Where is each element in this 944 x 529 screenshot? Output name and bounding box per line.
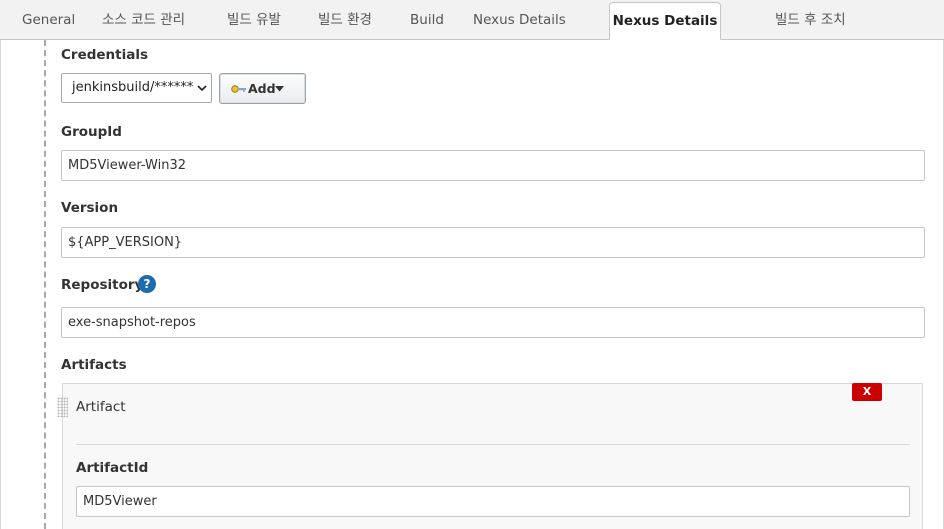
add-button-label: Add — [248, 81, 276, 96]
credentials-label: Credentials — [61, 47, 149, 63]
repository-label: Repository — [61, 277, 144, 293]
artifactid-input[interactable]: MD5Viewer — [76, 486, 910, 517]
credentials-selected-value: jenkinsbuild/****** — [72, 80, 194, 95]
artifactid-label: ArtifactId — [76, 460, 149, 476]
tab-post-build-actions[interactable]: 빌드 후 조치 — [775, 0, 846, 40]
tab-bar: General 소스 코드 관리 빌드 유발 빌드 환경 Build Nexus… — [0, 0, 944, 40]
tab-nexus-details-2[interactable]: Nexus Details — [609, 2, 721, 40]
caret-down-icon — [275, 86, 284, 92]
delete-artifact-button[interactable]: X — [852, 383, 882, 401]
tab-nexus-details-1[interactable]: Nexus Details — [473, 0, 566, 40]
chevron-down-icon — [197, 85, 207, 92]
key-icon — [231, 85, 246, 93]
tab-general[interactable]: General — [22, 0, 75, 40]
credentials-select[interactable]: jenkinsbuild/****** — [61, 73, 212, 103]
tab-build-triggers[interactable]: 빌드 유발 — [227, 0, 281, 40]
groupid-label: GroupId — [61, 124, 122, 140]
help-icon[interactable]: ? — [138, 275, 156, 293]
tab-source-code-management[interactable]: 소스 코드 관리 — [102, 0, 185, 40]
groupid-input[interactable]: MD5Viewer-Win32 — [61, 150, 925, 181]
version-input[interactable]: ${APP_VERSION} — [61, 227, 925, 258]
repository-input[interactable]: exe-snapshot-repos — [61, 307, 925, 338]
tab-build[interactable]: Build — [410, 0, 444, 40]
artifact-title: Artifact — [76, 399, 126, 415]
artifact-divider — [76, 444, 910, 445]
add-credentials-button[interactable]: Add — [219, 73, 306, 104]
version-label: Version — [61, 200, 119, 216]
drag-handle-icon[interactable] — [57, 397, 68, 417]
section-dashed-guide — [44, 40, 46, 529]
artifacts-label: Artifacts — [61, 357, 127, 373]
tab-build-environment[interactable]: 빌드 환경 — [318, 0, 372, 40]
